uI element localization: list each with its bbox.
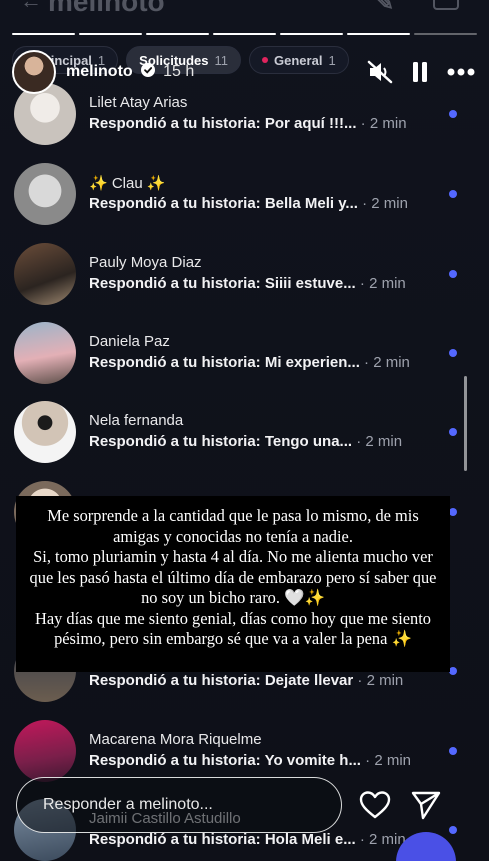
progress-segment	[213, 33, 276, 35]
preview-text: Respondió a tu historia: Bella Meli y...	[89, 195, 358, 212]
back-arrow-icon: ←	[20, 0, 42, 13]
progress-segment	[347, 33, 410, 35]
scrollbar[interactable]	[464, 376, 467, 471]
message-preview: Respondió a tu historia: Dejate llevar ·…	[89, 672, 403, 689]
unread-indicator	[449, 428, 457, 436]
preview-text: Respondió a tu historia: Mi experien...	[89, 354, 360, 371]
separator-dot: ·	[352, 433, 366, 450]
progress-segment	[12, 33, 75, 35]
separator-dot: ·	[359, 354, 374, 371]
message-preview: Respondió a tu historia: Hola Meli e... …	[89, 831, 406, 848]
avatar[interactable]	[14, 322, 76, 384]
sender-name: Daniela Paz	[89, 333, 170, 350]
verified-badge-icon	[141, 63, 156, 77]
avatar[interactable]	[14, 83, 76, 145]
message-preview: Respondió a tu historia: Bella Meli y...…	[89, 195, 408, 212]
message-time: 2 min	[373, 354, 410, 371]
message-preview: Respondió a tu historia: Yo vomite h... …	[89, 752, 411, 769]
unread-indicator	[449, 508, 457, 516]
preview-text: Respondió a tu historia: Siiii estuve...	[89, 275, 356, 292]
username-text: melinoto	[66, 63, 133, 80]
avatar[interactable]	[14, 243, 76, 305]
sender-name: Macarena Mora Riquelme	[89, 731, 262, 748]
reply-input[interactable]	[43, 796, 323, 814]
message-row[interactable]: Pauly Moya Diaz Respondió a tu historia: …	[14, 237, 459, 317]
separator-dot: ·	[353, 672, 367, 689]
story-time: 15 h	[163, 63, 195, 80]
underlying-title: melinoto	[48, 0, 165, 17]
separator-dot: ·	[357, 195, 372, 212]
avatar[interactable]	[14, 163, 76, 225]
avatar[interactable]	[14, 720, 76, 782]
unread-indicator	[449, 747, 457, 755]
separator-dot: ·	[356, 115, 370, 132]
story-viewer[interactable]: ← melinoto ✎ Principal 1 Solicitudes 11 …	[0, 0, 489, 861]
new-message-icon: ✎	[375, 0, 394, 15]
separator-dot: ·	[360, 752, 375, 769]
progress-segment	[146, 33, 209, 35]
story-progress	[12, 33, 477, 35]
underlying-app-header: ← melinoto ✎	[20, 0, 469, 17]
story-header: melinoto 15 h	[12, 50, 475, 94]
send-icon[interactable]	[409, 788, 443, 822]
separator-dot: ·	[355, 275, 370, 292]
preview-text: Respondió a tu historia: Yo vomite h...	[89, 752, 361, 769]
sender-name: Pauly Moya Diaz	[89, 254, 202, 271]
caption-text: Me sorprende a la cantidad que le pasa l…	[29, 506, 437, 648]
separator-dot: ·	[355, 831, 370, 848]
message-time: 2 min	[369, 275, 406, 292]
message-preview: Respondió a tu historia: Mi experien... …	[89, 354, 410, 371]
sender-name: ✨ Clau ✨	[89, 175, 166, 192]
speaker-muted-icon[interactable]	[367, 60, 393, 84]
unread-indicator	[449, 190, 457, 198]
heart-icon[interactable]	[358, 788, 392, 822]
pause-icon[interactable]	[411, 61, 429, 83]
progress-segment	[79, 33, 142, 35]
unread-indicator	[449, 826, 457, 834]
unread-indicator	[449, 667, 457, 675]
avatar[interactable]	[12, 50, 56, 94]
unread-indicator	[449, 110, 457, 118]
sender-name: Nela fernanda	[89, 412, 184, 429]
reply-field[interactable]	[16, 777, 342, 833]
message-time: 2 min	[374, 752, 412, 769]
avatar[interactable]	[14, 401, 76, 463]
message-preview: Respondió a tu historia: Por aquí !!!...…	[89, 115, 407, 132]
message-time: 2 min	[365, 433, 403, 450]
preview-text: Respondió a tu historia: Por aquí !!!...	[89, 115, 357, 132]
message-preview: Respondió a tu historia: Tengo una... · …	[89, 433, 402, 450]
preview-text: Respondió a tu historia: Hola Meli e...	[89, 831, 356, 848]
message-row[interactable]: Nela fernanda Respondió a tu historia: Te…	[14, 395, 459, 475]
unread-indicator	[449, 349, 457, 357]
progress-segment	[280, 33, 343, 35]
story-username[interactable]: melinoto	[66, 63, 156, 81]
message-preview: Respondió a tu historia: Siiii estuve...…	[89, 275, 406, 292]
message-time: 2 min	[366, 672, 404, 689]
sender-name: Lilet Atay Arias	[89, 94, 188, 111]
message-time: 2 min	[369, 115, 407, 132]
video-icon	[433, 0, 459, 10]
preview-text: Respondió a tu historia: Dejate llevar	[89, 672, 354, 689]
message-row[interactable]: Daniela Paz Respondió a tu historia: Mi e…	[14, 316, 459, 396]
message-time: 2 min	[371, 195, 408, 212]
unread-indicator	[449, 270, 457, 278]
preview-text: Respondió a tu historia: Tengo una...	[89, 433, 353, 450]
story-caption: Me sorprende a la cantidad que le pasa l…	[16, 496, 450, 672]
message-row[interactable]: ✨ Clau ✨ Respondió a tu historia: Bella M…	[14, 157, 459, 237]
progress-segment	[414, 33, 477, 35]
more-horizontal-icon[interactable]	[447, 68, 475, 76]
